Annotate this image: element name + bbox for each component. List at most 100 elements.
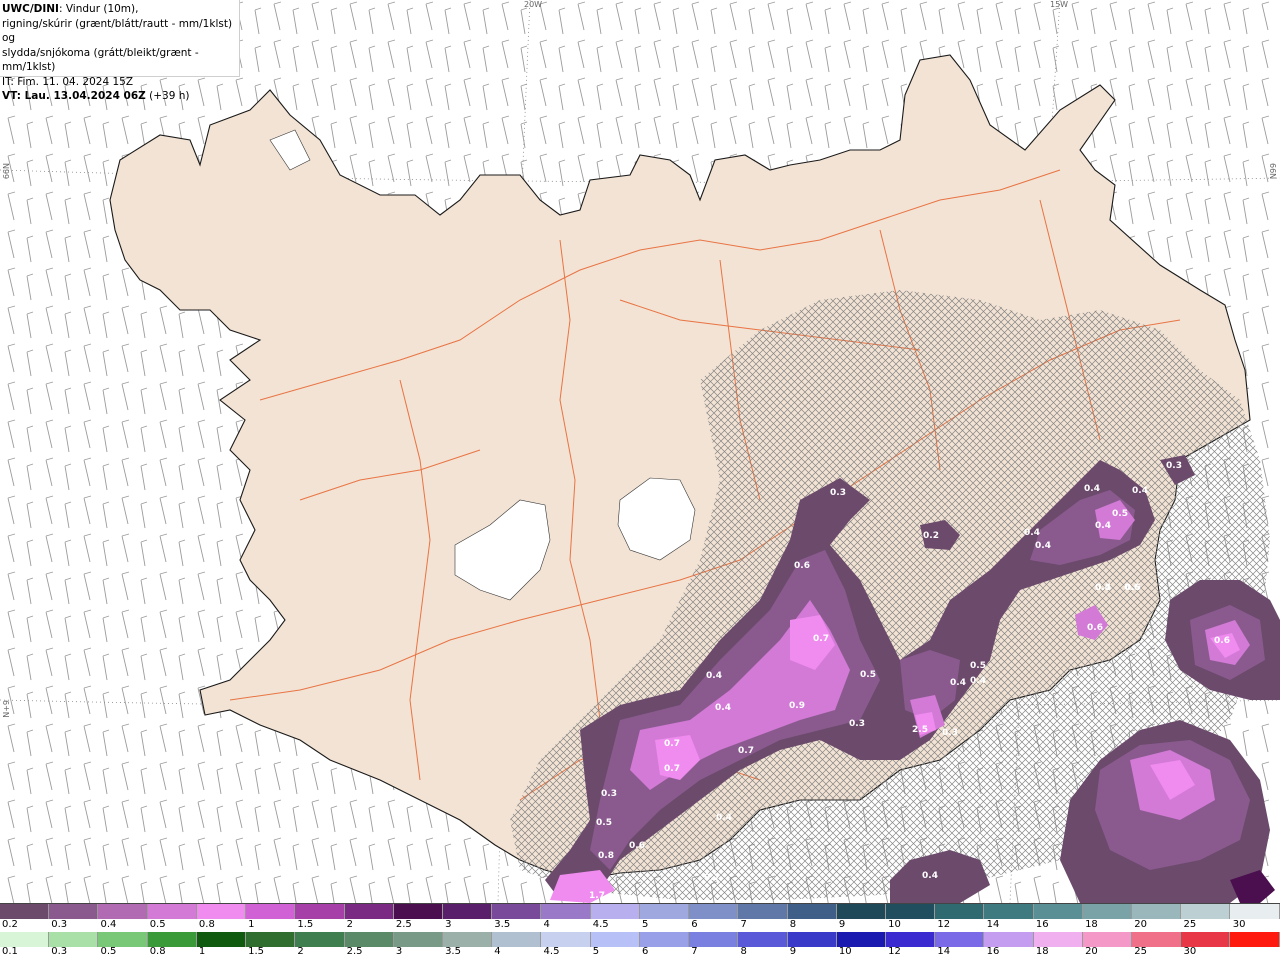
legend-tick-label: 0.2 xyxy=(2,919,18,930)
legend-swatch xyxy=(49,932,99,947)
legend-tick-label: 10 xyxy=(838,946,852,957)
legend-tick-label: 7 xyxy=(740,919,747,930)
legend-swatch xyxy=(1230,932,1280,947)
legend-tick-label: 8 xyxy=(740,946,747,957)
precip-value-label: 0.3 xyxy=(601,789,617,799)
legend-tick-label: 4.5 xyxy=(543,946,560,957)
legend-swatch xyxy=(1082,932,1133,947)
legend-tick-label: 2 xyxy=(346,919,353,930)
legend-tick-label: 6 xyxy=(642,946,649,957)
legend-swatch xyxy=(787,932,837,947)
legend-tick-label: 1 xyxy=(248,919,255,930)
legend-tick-label: 5 xyxy=(592,946,600,957)
legend-tick-label: 3.5 xyxy=(494,919,511,930)
lat-label-right: 66N xyxy=(1268,163,1277,180)
legend-swatch xyxy=(344,904,394,919)
legend-tick-label: 1.5 xyxy=(297,919,314,930)
precip-value-label: 0.3 xyxy=(1166,461,1182,471)
legend-tick-label: 16 xyxy=(1035,919,1049,930)
legend-tick-label: 1 xyxy=(198,946,206,957)
legend-swatch xyxy=(984,932,1034,947)
legend-tick-label: 5 xyxy=(642,919,649,930)
legend-tick-label: 4 xyxy=(494,946,501,957)
precip-value-label: 0.4 xyxy=(1095,583,1111,593)
precip-value-label: 0.4 xyxy=(970,676,986,686)
legend-swatch xyxy=(1082,904,1133,919)
lon-label-15w: 15W xyxy=(1050,0,1069,9)
legend-tick-label: 2.5 xyxy=(395,919,412,930)
legend-swatch xyxy=(836,904,886,919)
precip-value-label: 0.4 xyxy=(716,813,732,823)
legend-swatch xyxy=(196,932,247,947)
legend-swatch xyxy=(344,932,394,947)
legend-tick-label: 1.5 xyxy=(248,946,265,957)
lon-label-20w: 20W xyxy=(524,0,543,9)
precip-value-label: 0.6 xyxy=(1087,623,1103,633)
precip-value-label: 0.3 xyxy=(830,488,846,498)
precip-value-label: 0.7 xyxy=(738,746,754,756)
legend-tick-label: 8 xyxy=(789,919,797,930)
legend-swatch xyxy=(1033,932,1083,947)
precip-value-label: 0.6 xyxy=(629,841,645,851)
legend-tick-label: 10 xyxy=(888,919,901,930)
legend-swatch xyxy=(492,904,542,919)
legend-tick-label: 25 xyxy=(1183,919,1197,930)
legend-swatch xyxy=(590,904,640,919)
precip-value-label: 0.4 xyxy=(1024,528,1040,538)
precip-value-label: 0.5 xyxy=(1125,583,1141,593)
legend-swatch xyxy=(1181,932,1231,947)
precip-value-label: 0.9 xyxy=(789,701,805,711)
legend-swatch xyxy=(1132,932,1182,947)
legend-tick-label: 16 xyxy=(986,946,1000,957)
title-line-3: slydda/snjókoma (grátt/bleikt/grænt - mm… xyxy=(2,46,199,74)
precip-value-label: 0.7 xyxy=(704,873,720,883)
precip-value-label: 0.5 xyxy=(970,661,986,671)
precip-value-label: 0.4 xyxy=(1035,541,1051,551)
legend-tick-label: 14 xyxy=(986,919,1000,930)
legend-tick-label: 18 xyxy=(1085,919,1098,930)
precip-value-label: 0.7 xyxy=(813,634,829,644)
legend-tick-label: 0.3 xyxy=(51,919,68,930)
legend-tick-label: 3.5 xyxy=(445,946,461,957)
legend-tick-label: 14 xyxy=(937,946,951,957)
legend-snow-colorbar xyxy=(0,904,1280,919)
legend-swatch xyxy=(393,932,443,947)
legend-swatch xyxy=(935,932,985,947)
legend-tick-label: 9 xyxy=(789,946,797,957)
legend-swatch xyxy=(541,932,591,947)
weather-map[interactable]: 0.3 0.4 0.4 0.3 0.5 0.4 0.4 0.2 0.6 0.4 0.5 0.6 0.6 0… xyxy=(0,0,1280,903)
legend-tick-label: 20 xyxy=(1134,919,1148,930)
legend-swatch xyxy=(1230,904,1280,919)
title-line-1: UWC/DINI: Vindur (10m), xyxy=(2,3,139,15)
legend-swatch xyxy=(1181,904,1231,919)
legend-swatch xyxy=(885,932,936,947)
legend-tick-label: 30 xyxy=(1232,919,1246,930)
legend-swatch xyxy=(442,932,493,947)
legend-swatch xyxy=(639,904,690,919)
legend-tick-label: 30 xyxy=(1183,946,1197,957)
legend-swatch xyxy=(885,904,936,919)
precip-value-label: 1.7 xyxy=(589,891,605,901)
legend-tick-label: 2.5 xyxy=(346,946,363,957)
legend-swatch xyxy=(147,904,197,919)
precip-value-label: 0.4 xyxy=(922,871,938,881)
legend-swatch xyxy=(1033,904,1083,919)
legend-tick-label: 0.1 xyxy=(2,946,18,957)
legend-swatch xyxy=(935,904,985,919)
precip-value-label: 0.5 xyxy=(1112,509,1128,519)
precip-value-label: 0.6 xyxy=(1214,636,1230,646)
legend-tick-label: 3 xyxy=(395,946,403,957)
precip-value-label: 0.4 xyxy=(706,671,722,681)
precip-value-label: 0.4 xyxy=(950,678,966,688)
model-name: UWC/DINI xyxy=(2,3,59,15)
legend-swatch xyxy=(738,904,788,919)
legend-tick-label: 0.5 xyxy=(149,919,166,930)
legend-swatch xyxy=(49,904,99,919)
legend-tick-label: 2 xyxy=(297,946,304,957)
legend-rain-colorbar xyxy=(0,932,1280,947)
legend-swatch xyxy=(295,904,345,919)
legend-snow-labels: 0.2 0.3 0.4 0.5 0.8 1 1.5 2 2.5 3 3.5 4 4.5 5 6 7 8 9 10 12… xyxy=(0,919,1280,932)
legend-tick-label: 9 xyxy=(838,919,846,930)
legend-swatch xyxy=(246,932,296,947)
legend-tick-label: 6 xyxy=(691,919,698,930)
